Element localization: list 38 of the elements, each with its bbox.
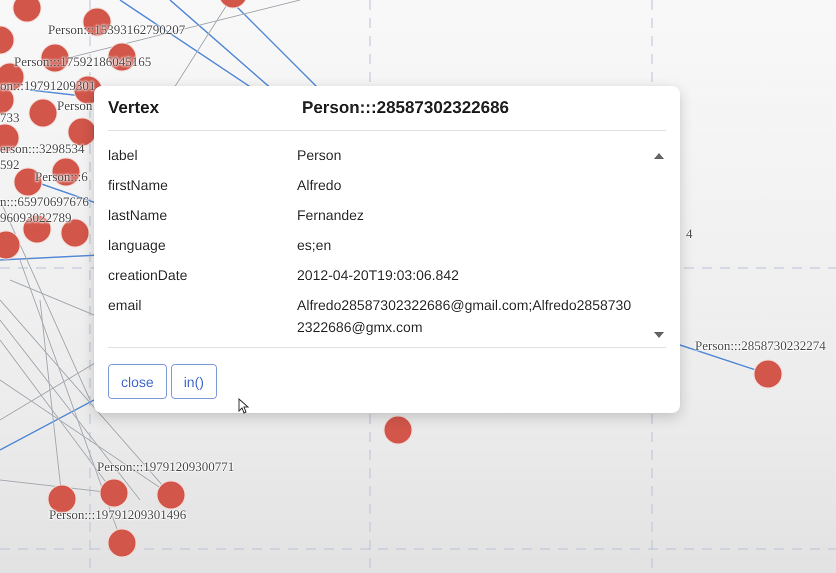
graph-node[interactable] — [218, 0, 248, 8]
graph-node[interactable] — [0, 230, 20, 260]
in-button[interactable]: in() — [170, 364, 217, 399]
property-name: email — [108, 296, 142, 315]
property-value: Fernandez — [297, 206, 365, 225]
vertex-id: Person:::28587302322686 — [302, 98, 509, 118]
graph-node[interactable] — [384, 416, 412, 444]
property-value: Alfredo — [297, 176, 342, 195]
graph-node[interactable] — [28, 98, 58, 128]
property-value: Alfredo28587302322686@gmail.com;Alfredo28587302322686@gmx.com — [297, 296, 632, 337]
node-label: Person:::2858730232274 — [695, 339, 826, 353]
property-name: language — [108, 236, 167, 255]
property-name: label — [108, 146, 139, 165]
property-name: firstName — [108, 176, 169, 195]
graph-node[interactable] — [0, 26, 14, 54]
graph-node[interactable] — [754, 360, 782, 388]
node-label: 733 — [0, 111, 20, 125]
scroll-down-icon[interactable] — [654, 332, 664, 338]
node-label: 96093022789 — [0, 211, 72, 225]
scroll-up-icon[interactable] — [654, 153, 664, 159]
graph-node[interactable] — [12, 0, 42, 22]
node-label: n:::65970697676 — [0, 195, 89, 209]
graph-node[interactable] — [108, 528, 136, 558]
graph-node[interactable] — [100, 478, 128, 508]
graph-node[interactable] — [156, 480, 186, 510]
node-label: 592 — [0, 158, 20, 172]
property-name: lastName — [108, 206, 168, 225]
property-name: creationDate — [108, 266, 188, 285]
close-button[interactable]: close — [108, 364, 167, 399]
node-label: 4 — [686, 227, 692, 241]
dialog-title: Vertex — [108, 98, 160, 118]
node-label: Person:::19791209300771 — [97, 460, 234, 474]
node-label: Person:::19791209301496 — [49, 508, 186, 522]
property-value: 2012-04-20T19:03:06.842 — [297, 266, 460, 285]
property-value: Person — [297, 146, 342, 165]
node-label: Person — [57, 99, 92, 113]
node-label: erson:::3298534 — [0, 142, 84, 156]
property-value: es;en — [297, 236, 332, 255]
